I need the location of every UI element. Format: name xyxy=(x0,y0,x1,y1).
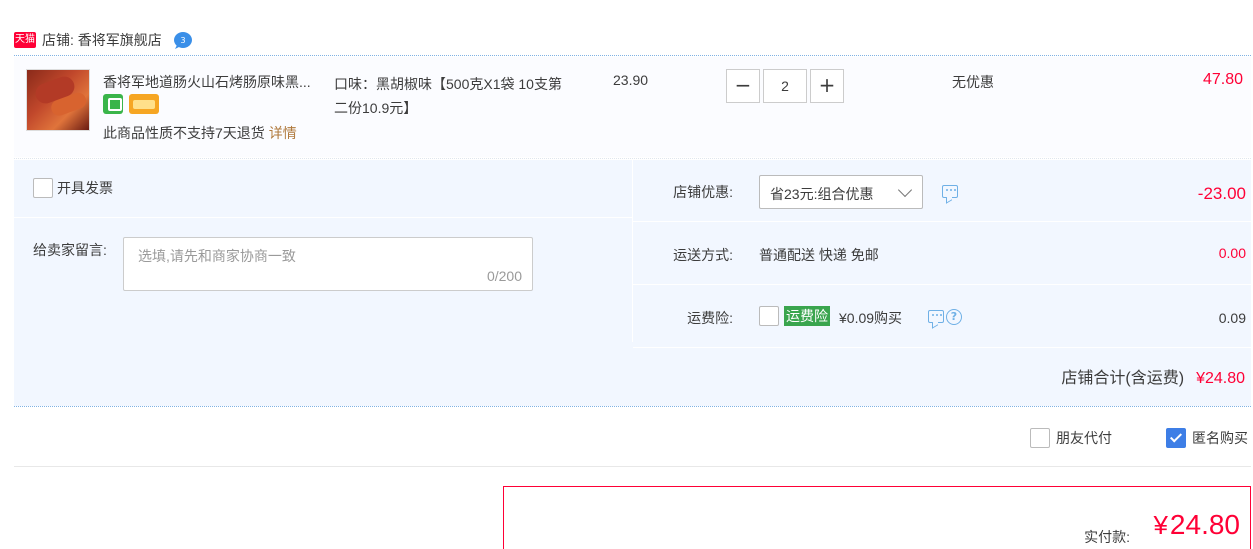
wangwang-count: 3 xyxy=(180,36,185,45)
footer-divider xyxy=(14,466,1251,467)
service-badges xyxy=(103,94,159,114)
shop-total-label: 店铺合计(含运费) xyxy=(1061,370,1185,387)
help-icon[interactable]: ? xyxy=(946,309,962,325)
product-title-link[interactable]: 香将军地道肠火山石烤肠原味黑... xyxy=(103,72,333,92)
invoice-checkbox[interactable] xyxy=(33,178,53,198)
invoice-row: 开具发票 xyxy=(14,160,632,218)
shipping-label: 运送方式: xyxy=(673,247,733,263)
item-subtotal: 47.80 xyxy=(1202,71,1243,88)
shipping-insurance-row: 运费险: 运费险 ¥0.09购买 ? 0.09 xyxy=(633,286,1252,348)
seller-message-counter: 0/200 xyxy=(486,268,522,284)
insurance-checkbox[interactable] xyxy=(759,306,779,326)
shipping-value: 0.00 xyxy=(1218,245,1246,261)
insurance-value: 0.09 xyxy=(1218,310,1246,326)
unit-price: 23.90 xyxy=(613,72,649,88)
store-discount-select[interactable]: 省23元:组合优惠 xyxy=(759,175,923,209)
quantity-decrease-button[interactable]: − xyxy=(726,69,760,103)
item-discount: 无优惠 xyxy=(952,74,994,90)
buyer-options: 开具发票 给卖家留言: 选填,请先和商家协商一致 0/200 xyxy=(14,160,632,342)
seller-message-placeholder: 选填,请先和商家协商一致 xyxy=(138,248,296,264)
panel-divider xyxy=(14,406,1251,407)
payment-currency: ¥ xyxy=(1153,510,1168,540)
order-summary-options: 店铺优惠: 省23元:组合优惠 -23.00 运送方式: 普通配送 快递 免邮 … xyxy=(632,160,1252,348)
quantity-stepper: − 2 + xyxy=(726,69,844,103)
tmall-badge: 天猫 xyxy=(14,32,36,48)
friend-pay-label[interactable]: 朋友代付 xyxy=(1056,428,1112,448)
store-discount-row: 店铺优惠: 省23元:组合优惠 -23.00 xyxy=(633,160,1252,222)
shipping-row: 运送方式: 普通配送 快递 免邮 0.00 xyxy=(633,223,1252,285)
shipping-method: 普通配送 快递 免邮 xyxy=(759,247,879,263)
store-discount-label: 店铺优惠: xyxy=(673,184,733,200)
seller-message-textarea[interactable]: 选填,请先和商家协商一致 0/200 xyxy=(123,237,533,291)
insurance-tag: 运费险 xyxy=(784,306,830,326)
credit-card-icon[interactable] xyxy=(129,94,159,114)
product-thumbnail[interactable] xyxy=(26,69,90,131)
friend-pay-checkbox[interactable] xyxy=(1030,428,1050,448)
wangwang-chat-icon[interactable]: 3 xyxy=(172,30,194,50)
anonymous-purchase-option[interactable]: 匿名购买 xyxy=(1166,427,1248,449)
order-options-panel: 开具发票 给卖家留言: 选填,请先和商家协商一致 0/200 店铺优惠: 省23… xyxy=(14,160,1252,406)
payment-label: 实付款: xyxy=(1084,529,1130,545)
check-icon xyxy=(1169,430,1183,443)
insurance-price: ¥0.09购买 xyxy=(839,310,903,326)
cart-item-row: 香将军地道肠火山石烤肠原味黑... 此商品性质不支持7天退货 详情 口味：黑胡椒味… xyxy=(14,57,1251,157)
payment-summary-box: 实付款: ¥24.80 xyxy=(503,486,1251,549)
shop-total: 店铺合计(含运费) ¥24.80 xyxy=(1061,364,1245,388)
payment-amount-value: 24.80 xyxy=(1169,509,1240,540)
chevron-down-icon xyxy=(897,182,913,198)
item-divider xyxy=(14,158,1251,159)
insurance-label: 运费险: xyxy=(687,310,733,326)
payment-amount: ¥24.80 xyxy=(1153,509,1240,541)
friend-pay-option[interactable]: 朋友代付 xyxy=(1030,427,1112,449)
shop-total-amount: ¥24.80 xyxy=(1196,370,1245,387)
shop-name-link[interactable]: 店铺: 香将军旗舰店 xyxy=(42,30,162,50)
shop-divider xyxy=(14,55,1251,56)
store-discount-selected: 省23元:组合优惠 xyxy=(770,186,874,202)
anonymous-purchase-label[interactable]: 匿名购买 xyxy=(1192,428,1248,448)
quantity-increase-button[interactable]: + xyxy=(810,69,844,103)
product-sku: 口味：黑胡椒味【500克X1袋 10支第二份10.9元】 xyxy=(334,76,562,116)
return-policy-detail-link[interactable]: 详情 xyxy=(269,125,297,141)
store-discount-value: -23.00 xyxy=(1197,184,1246,203)
seller-message-label: 给卖家留言: xyxy=(33,242,107,258)
shop-header: 天猫 店铺: 香将军旗舰店 3 xyxy=(14,28,194,52)
guarantee-icon[interactable] xyxy=(103,94,123,114)
return-policy-text: 此商品性质不支持7天退货 xyxy=(103,125,265,141)
return-policy-note: 此商品性质不支持7天退货 详情 xyxy=(103,123,297,143)
comment-icon[interactable] xyxy=(942,185,958,198)
quantity-input[interactable]: 2 xyxy=(763,69,807,103)
comment-icon[interactable] xyxy=(928,310,944,323)
anonymous-purchase-checkbox[interactable] xyxy=(1166,428,1186,448)
invoice-label[interactable]: 开具发票 xyxy=(57,178,113,198)
